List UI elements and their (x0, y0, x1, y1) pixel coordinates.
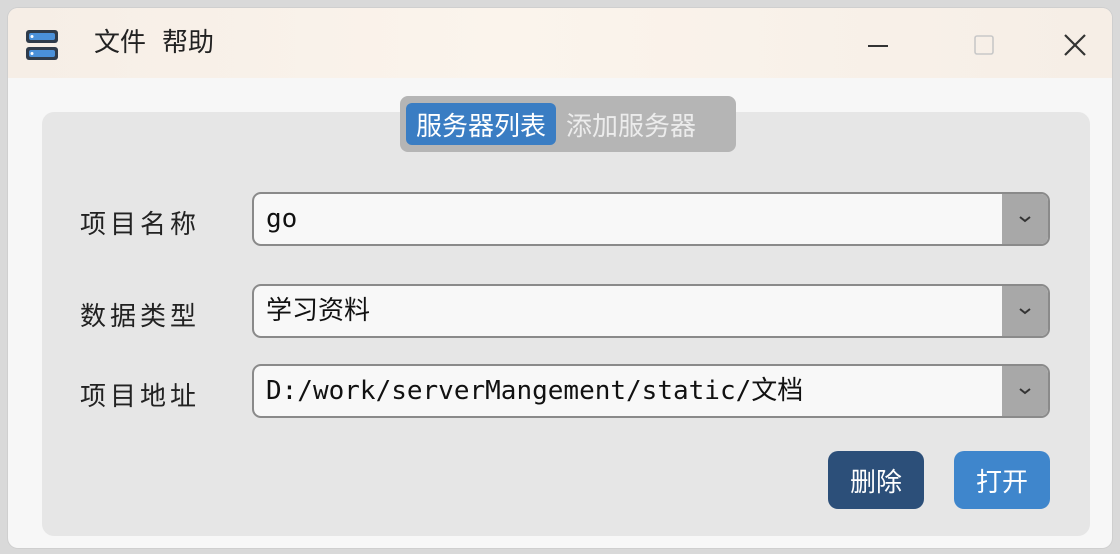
title-bar: 文件 帮助 (8, 8, 1112, 78)
project-name-value: go (266, 204, 298, 234)
tab-server-list[interactable]: 服务器列表 (406, 103, 557, 145)
chevron-down-icon (1019, 216, 1031, 223)
chevron-down-icon[interactable] (1002, 194, 1048, 244)
tab-add-server[interactable]: 添加服务器 (556, 103, 706, 145)
project-name-select[interactable]: go (252, 192, 1050, 246)
close-icon[interactable] (1054, 24, 1096, 66)
delete-button[interactable]: 删除 (828, 451, 924, 509)
server-stack-icon (26, 30, 58, 60)
project-path-label: 项目地址 (80, 382, 201, 412)
tab-bar: 服务器列表 添加服务器 (400, 96, 736, 152)
maximize-icon[interactable] (962, 24, 1004, 66)
project-path-select[interactable]: D:/work/serverMangement/static/文档 (252, 364, 1050, 418)
data-type-value: 学习资料 (266, 296, 371, 326)
chevron-down-icon[interactable] (1002, 286, 1048, 336)
menu-file[interactable]: 文件 (94, 26, 146, 60)
project-name-label: 项目名称 (80, 210, 201, 240)
menu-bar: 文件 帮助 (94, 26, 214, 60)
chevron-down-icon (1019, 308, 1031, 315)
open-button[interactable]: 打开 (954, 451, 1050, 509)
app-window: 文件 帮助 服务器列表 添加服务器 项目名称 go 数据类型 学习资料 项目地址… (8, 8, 1112, 548)
chevron-down-icon[interactable] (1002, 366, 1048, 416)
data-type-label: 数据类型 (80, 302, 201, 332)
data-type-select[interactable]: 学习资料 (252, 284, 1050, 338)
project-path-value: D:/work/serverMangement/static/文档 (266, 376, 804, 406)
chevron-down-icon (1019, 388, 1031, 395)
minimize-icon[interactable] (856, 24, 898, 66)
menu-help[interactable]: 帮助 (162, 26, 214, 60)
